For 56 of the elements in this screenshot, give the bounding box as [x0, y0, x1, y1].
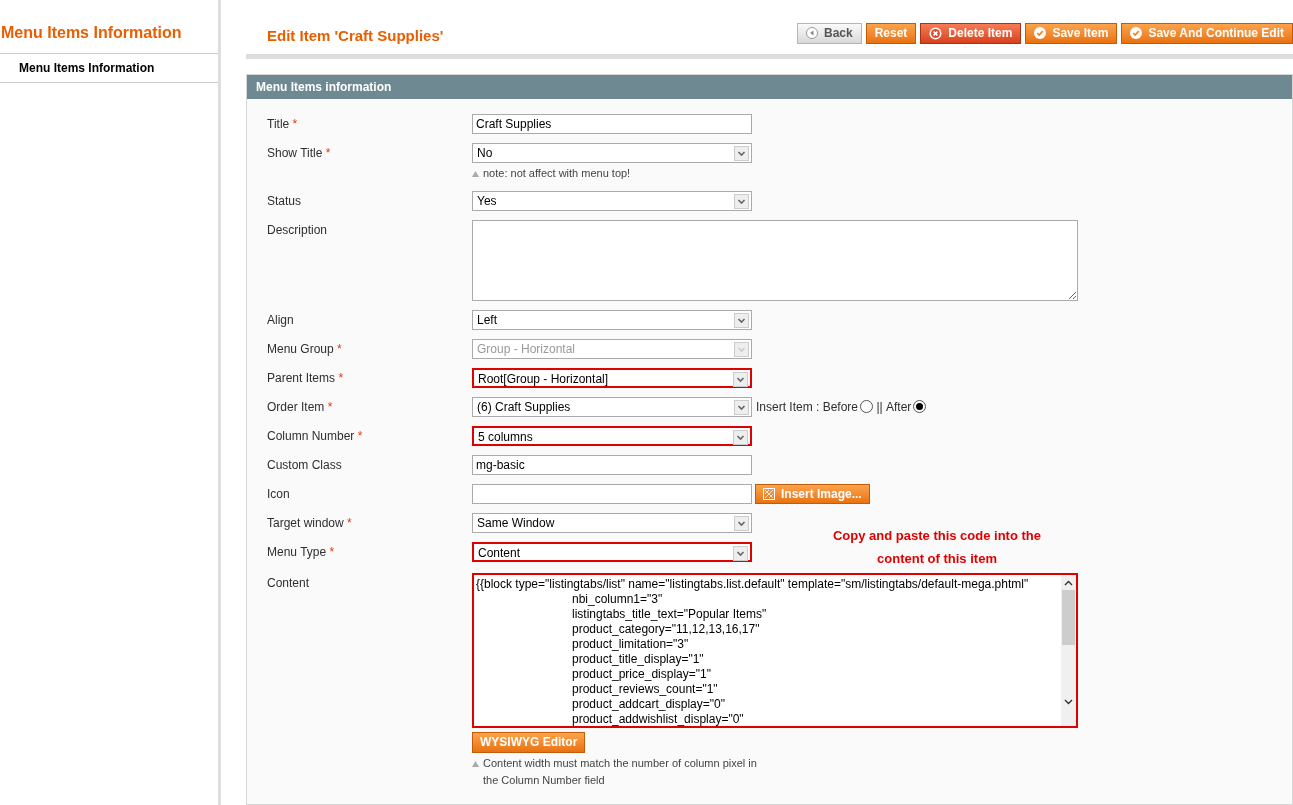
caret-icon [734, 515, 749, 531]
field-label: Align [267, 311, 295, 328]
text-field[interactable] [472, 483, 752, 504]
field-label: Target window * [267, 514, 353, 531]
field-note: Content width must match the number of column pixel in the Column Number field [483, 755, 758, 788]
radio-button[interactable] [860, 400, 874, 413]
section-header: Menu Items information [247, 74, 1292, 99]
caret-icon [733, 545, 748, 561]
caret-icon [734, 145, 749, 161]
text-field[interactable]: mg-basic [472, 454, 752, 475]
scrollbar[interactable] [1061, 574, 1076, 726]
separator-text: || [875, 398, 884, 416]
field-label: Menu Type * [267, 543, 336, 560]
sidebar-title: Menu Items Information [0, 21, 218, 54]
back-button[interactable]: Back [797, 22, 862, 44]
field-label: Custom Class [267, 456, 343, 473]
dropdown[interactable]: Root[Group - Horizontal] [472, 367, 752, 388]
field-label: Title * [267, 115, 299, 132]
field-label: Show Title * [267, 144, 332, 161]
check-icon [1130, 27, 1143, 40]
caret-icon [734, 341, 749, 357]
annotation-text: Copy and paste this code into the content of this item [832, 526, 1042, 568]
field-note: note: not affect with menu top! [483, 165, 631, 181]
dropdown[interactable]: No [472, 142, 752, 163]
dropdown[interactable]: Content [472, 541, 752, 562]
field-label: Order Item * [267, 398, 334, 415]
radio-label: Before [822, 398, 859, 416]
field-label: Column Number * [267, 427, 364, 444]
image-icon [763, 487, 775, 500]
triangle-icon [472, 170, 479, 177]
caret-icon [734, 312, 749, 328]
dropdown[interactable]: Yes [472, 190, 752, 211]
field-label: Description [267, 221, 329, 238]
caret-icon [733, 429, 748, 445]
code-textarea[interactable]: {{block type="listingtabs/list" name="listingtabs.list.default" template="sm/listingtabs/default-mega.phtml" nbi_column1="3" listingtabs_title_text="Popular Items" product_category="11,12,13,16,17" product_limitation="3" product_title_display="1" product_price_display="1" product_reviews_count="1" product_addcart_display="0" product_addwishlist_display="0" [472, 572, 1078, 728]
field-label: Menu Group * [267, 340, 343, 357]
radio-button[interactable] [913, 400, 927, 413]
dropdown[interactable]: Same Window [472, 512, 752, 533]
text-field[interactable]: Craft Supplies [472, 113, 752, 134]
field-label: Status [267, 192, 303, 209]
close-icon [929, 26, 943, 40]
field-label: Icon [267, 485, 291, 502]
caret-icon [734, 193, 749, 209]
sidebar-item[interactable]: Menu Items Information [0, 54, 218, 83]
caret-icon [733, 371, 748, 387]
caret-icon [734, 399, 749, 415]
field-label: Parent Items * [267, 369, 345, 386]
dropdown[interactable]: (6) Craft Supplies [472, 396, 752, 417]
insert-label: Insert Item : [756, 398, 821, 416]
dropdown[interactable]: 5 columns [472, 425, 752, 446]
radio-label: After [885, 398, 912, 416]
check-icon [1034, 27, 1047, 40]
field-label: Content [267, 574, 311, 591]
dropdown[interactable]: Left [472, 309, 752, 330]
page-title: Edit Item 'Craft Supplies' [266, 26, 444, 46]
triangle-icon [472, 760, 479, 767]
